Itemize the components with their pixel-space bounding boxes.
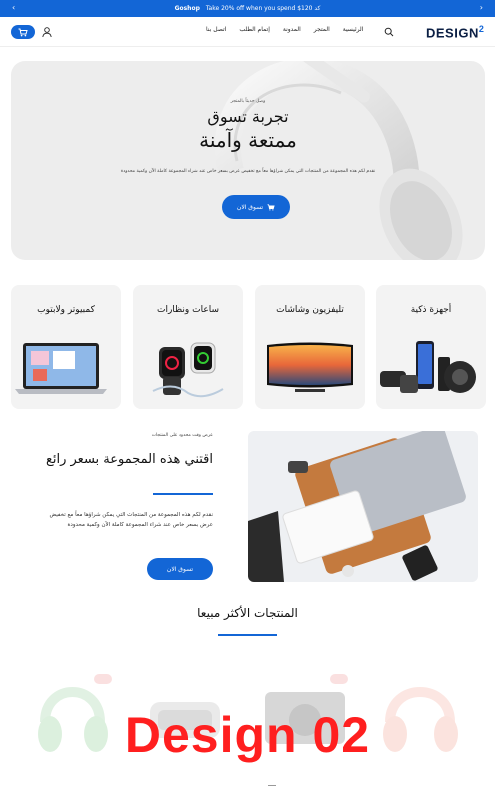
tv-image xyxy=(267,342,353,392)
hero-shop-button[interactable]: تسوق الان xyxy=(222,195,290,219)
design-watermark: Design 02 xyxy=(124,707,371,763)
nav-shop[interactable]: المتجر xyxy=(314,26,330,33)
user-icon[interactable] xyxy=(41,26,53,38)
chevron-left-icon[interactable]: ‹ xyxy=(12,3,15,12)
pager-dash xyxy=(268,785,276,786)
site-header: الرئيسية المتجر المدونة إتمام الطلب اتصل… xyxy=(0,17,495,47)
promo-message: Take 20% off when you spend $120 كد xyxy=(205,5,321,12)
category-label: كمبيوتر ولابتوب xyxy=(37,305,95,315)
hero-banner: وصل حديثاً بالمتجر تجربة تسوق ممتعة وآمن… xyxy=(11,61,485,260)
nav-home[interactable]: الرئيسية xyxy=(343,26,364,33)
logo-sup: 2 xyxy=(478,24,485,34)
promo-bar: ‹ Goshop Take 20% off when you spend $12… xyxy=(0,0,495,17)
category-smart-devices[interactable]: أجهزة ذكية xyxy=(376,285,486,409)
category-label: تليفزيون وشاشات xyxy=(276,305,344,315)
search-icon[interactable] xyxy=(384,27,394,37)
promo-button-label: تسوق الان xyxy=(166,565,194,573)
hero-description: نقدم لكم هذه المجموعة من المنتجات التي ي… xyxy=(120,169,376,174)
hero-kicker: وصل حديثاً بالمتجر xyxy=(230,99,266,104)
site-logo[interactable]: DESIGN2 xyxy=(426,24,484,40)
cart-icon xyxy=(267,203,275,211)
hero-headphones-image xyxy=(214,61,463,260)
chevron-right-icon[interactable]: › xyxy=(480,3,483,12)
main-nav: الرئيسية المتجر المدونة إتمام الطلب اتصل… xyxy=(206,26,363,33)
category-computers-laptops[interactable]: كمبيوتر ولابتوب xyxy=(11,285,121,409)
category-label: أجهزة ذكية xyxy=(410,305,452,315)
promo-kicker: عرض وقت محدود على المنتجات xyxy=(151,433,213,438)
nav-contact[interactable]: اتصل بنا xyxy=(206,26,226,33)
nav-checkout[interactable]: إتمام الطلب xyxy=(239,26,270,33)
promo-desk-image xyxy=(248,431,478,582)
nav-blog[interactable]: المدونة xyxy=(283,26,301,33)
watches-image xyxy=(152,342,224,398)
hero-title-line1: تجربة تسوق xyxy=(207,107,289,126)
category-watches-glasses[interactable]: ساعات ونظارات xyxy=(133,285,243,409)
laptop-image xyxy=(15,343,107,394)
category-label: ساعات ونظارات xyxy=(156,305,220,315)
cart-icon xyxy=(18,28,28,36)
best-sellers-title: المنتجات الأكثر مبيعا xyxy=(197,606,298,620)
promo-divider xyxy=(153,493,213,495)
promo-title: اقتني هذه المجموعة بسعر رائع xyxy=(45,452,213,467)
category-tv-screens[interactable]: تليفزيون وشاشات xyxy=(255,285,365,409)
hero-title-line2: ممتعة وآمنة xyxy=(199,128,297,152)
cart-button[interactable] xyxy=(11,25,35,39)
best-sellers-divider xyxy=(218,634,277,636)
smart-devices-image xyxy=(380,341,476,393)
promo-brand: Goshop xyxy=(174,5,200,12)
promo-shop-button[interactable]: تسوق الان xyxy=(147,558,213,580)
hero-button-label: تسوق الان xyxy=(236,203,264,211)
logo-text: DESIGN xyxy=(426,25,479,41)
promo-description: نقدم لكم هذه المجموعة من المنتجات التي ي… xyxy=(49,512,214,528)
